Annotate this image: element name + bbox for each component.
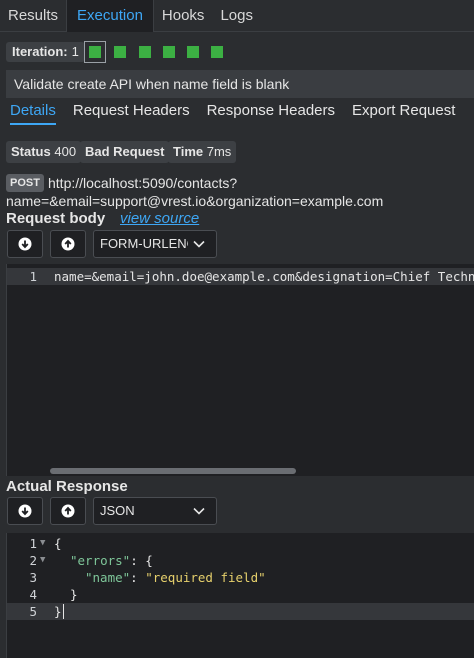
tab-results[interactable]: Results: [0, 0, 66, 32]
response-line-4: 4 }: [7, 586, 474, 603]
iteration-step-2[interactable]: [114, 46, 126, 58]
iteration-indicator: Iteration: 1: [6, 42, 85, 62]
actual-response-title: Actual Response: [6, 478, 128, 495]
status-code: 400: [54, 144, 77, 159]
request-body-editor[interactable]: 1 name=&email=john.doe@example.com&desig…: [6, 264, 474, 476]
tab-execution[interactable]: Execution: [66, 0, 154, 32]
upload-arrow-icon: [61, 504, 75, 518]
tab-response-headers[interactable]: Response Headers: [207, 99, 335, 125]
request-download-button[interactable]: [7, 230, 43, 258]
chevron-down-icon: [193, 507, 205, 515]
json-key: "name": [85, 570, 131, 585]
request-format-value: FORM-URLENCODED: [100, 236, 188, 251]
status-text: Bad Request: [85, 144, 165, 159]
request-body-line: 1 name=&email=john.doe@example.com&desig…: [7, 268, 474, 285]
iteration-step-4[interactable]: [163, 46, 175, 58]
status-label: Status: [11, 144, 51, 159]
tab-hooks[interactable]: Hooks: [154, 0, 213, 32]
line-number: 1: [29, 536, 37, 551]
detail-tab-bar: Details Request Headers Response Headers…: [0, 99, 462, 125]
time-value: 7ms: [206, 144, 232, 159]
chevron-down-icon: [193, 240, 205, 248]
request-body-title: Request body: [6, 210, 106, 227]
iteration-step-3[interactable]: [139, 46, 151, 58]
code-text: }: [54, 604, 62, 619]
response-line-3: 3 "name": "required field": [7, 569, 474, 586]
line-number: 4: [29, 587, 37, 602]
request-body-text: name=&email=john.doe@example.com&designa…: [54, 269, 474, 284]
tab-request-headers[interactable]: Request Headers: [73, 99, 190, 125]
test-case-title: Validate create API when name field is b…: [6, 70, 474, 98]
response-editor[interactable]: 1 ▼ { 2 ▼ "errors": { 3 "name": "require…: [6, 533, 474, 658]
iteration-step-5[interactable]: [187, 46, 199, 58]
request-upload-button[interactable]: [50, 230, 86, 258]
code-text: :: [130, 570, 146, 585]
status-badge: Status 400: [6, 141, 82, 163]
iteration-step-1[interactable]: [89, 46, 101, 58]
time-badge: Time 7ms: [168, 141, 237, 163]
response-line-2: 2 ▼ "errors": {: [7, 552, 474, 569]
request-url-line-1: http://localhost:5090/contacts?: [48, 175, 238, 191]
response-download-button[interactable]: [7, 497, 43, 525]
download-arrow-icon: [18, 504, 32, 518]
tab-logs[interactable]: Logs: [212, 0, 261, 32]
top-tab-bar: Results Execution Hooks Logs: [0, 0, 474, 32]
fold-triangle-icon[interactable]: ▼: [40, 535, 45, 552]
view-source-link[interactable]: view source: [120, 210, 199, 227]
response-line-1: 1 ▼ {: [7, 535, 474, 552]
json-key: "errors": [70, 553, 131, 568]
line-number: 3: [29, 570, 37, 585]
code-text: }: [70, 587, 78, 602]
fold-triangle-icon[interactable]: ▼: [40, 552, 45, 569]
iteration-step-6[interactable]: [211, 46, 223, 58]
iteration-value: 1: [71, 44, 79, 59]
upload-arrow-icon: [61, 237, 75, 251]
time-label: Time: [173, 144, 204, 159]
tab-details[interactable]: Details: [10, 99, 56, 125]
response-format-value: JSON: [100, 503, 135, 518]
response-upload-button[interactable]: [50, 497, 86, 525]
line-number: 5: [29, 604, 37, 619]
http-method-badge: POST: [6, 174, 44, 192]
code-text: {: [54, 536, 62, 551]
tab-export-request[interactable]: Export Request: [352, 99, 455, 125]
text-cursor: [63, 604, 64, 619]
request-format-select[interactable]: FORM-URLENCODED: [93, 230, 217, 258]
code-text: : {: [130, 553, 153, 568]
response-line-5: 5 }: [7, 603, 474, 620]
response-format-select[interactable]: JSON: [93, 497, 217, 525]
horizontal-scrollbar[interactable]: [50, 468, 296, 474]
status-text-badge: Bad Request: [80, 141, 170, 163]
line-number: 1: [29, 269, 37, 284]
iteration-label: Iteration:: [12, 44, 68, 59]
json-string-value: "required field": [145, 570, 266, 585]
request-url-line-2: name=&email=support@vrest.io&organizatio…: [6, 193, 384, 209]
download-arrow-icon: [18, 237, 32, 251]
line-number: 2: [29, 553, 37, 568]
